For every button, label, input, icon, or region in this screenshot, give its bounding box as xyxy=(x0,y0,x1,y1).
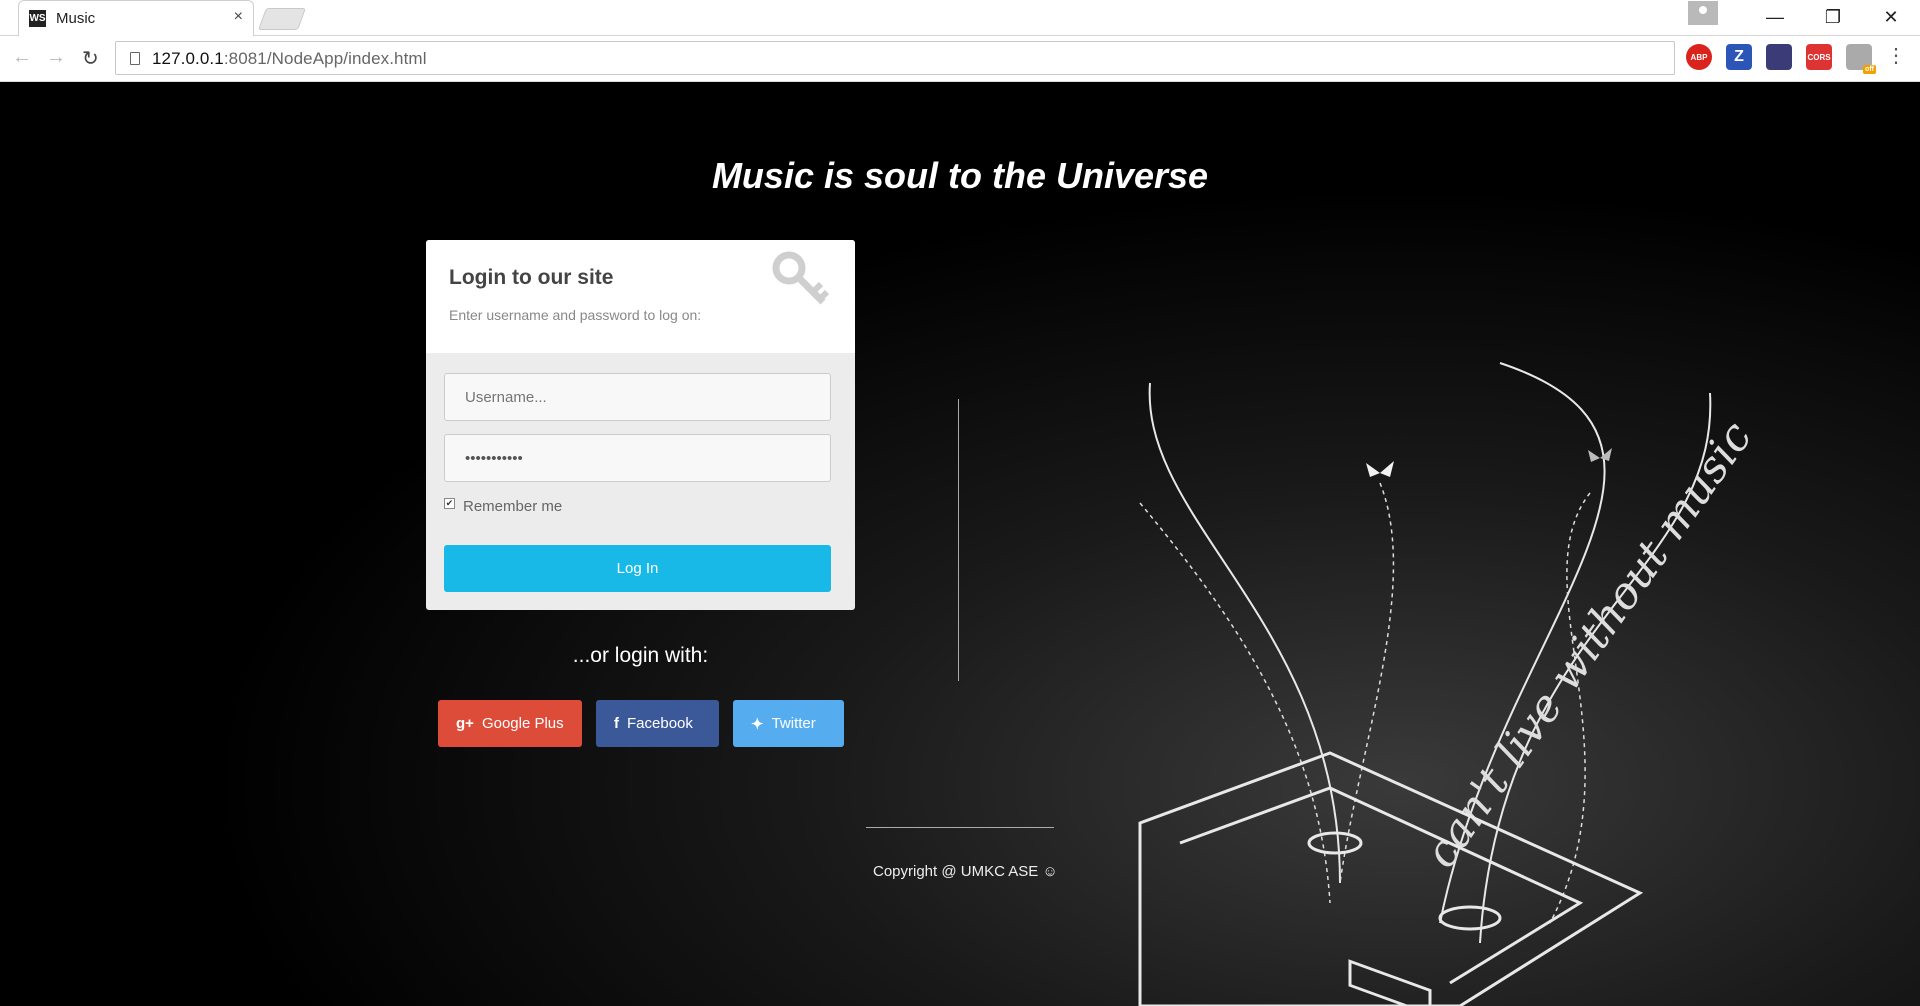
password-input[interactable] xyxy=(444,434,831,482)
url-text[interactable]: 127.0.0.1:8081/NodeApp/index.html xyxy=(152,49,427,69)
google-plus-icon: g+ xyxy=(456,715,474,732)
login-form: Login to our site Enter username and pas… xyxy=(426,240,855,610)
facebook-label: Facebook xyxy=(627,715,693,732)
horizontal-divider xyxy=(866,827,1054,828)
remember-checkbox[interactable]: ✔ xyxy=(444,498,455,509)
butterfly-icon xyxy=(1588,448,1612,462)
username-input[interactable] xyxy=(444,373,831,421)
browser-tab[interactable]: WS Music × xyxy=(18,0,254,37)
close-window-button[interactable]: ✕ xyxy=(1862,7,1920,28)
adblock-extension-icon[interactable]: ABP xyxy=(1686,44,1712,70)
new-tab-button[interactable] xyxy=(257,8,307,30)
back-arrow-icon[interactable]: ← xyxy=(12,46,32,69)
reload-icon[interactable]: ↻ xyxy=(82,46,99,71)
minimize-button[interactable]: — xyxy=(1746,7,1804,28)
facebook-button[interactable]: f Facebook xyxy=(596,700,719,747)
tab-close-icon[interactable]: × xyxy=(234,8,243,26)
vertical-divider xyxy=(958,399,959,681)
page-content: Music is soul to the Universe Login to o… xyxy=(0,83,1920,1006)
extension-off-badge: off xyxy=(1863,65,1876,74)
remember-label: Remember me xyxy=(463,498,563,515)
page-headline: Music is soul to the Universe xyxy=(711,155,1209,196)
cassette-music-artwork: can't live without music xyxy=(1138,362,1762,1006)
proxy-extension-icon[interactable]: off xyxy=(1846,44,1876,74)
login-title: Login to our site xyxy=(449,266,614,289)
twitter-bird-icon: ✦ xyxy=(751,715,764,733)
login-button[interactable]: Log In xyxy=(444,545,831,592)
address-bar[interactable]: 127.0.0.1:8081/NodeApp/index.html xyxy=(115,41,1675,75)
google-plus-label: Google Plus xyxy=(481,715,564,732)
login-subtitle: Enter username and password to log on: xyxy=(449,307,702,323)
butterfly-icon xyxy=(1366,461,1394,477)
browser-toolbar: ← → ↻ 127.0.0.1:8081/NodeApp/index.html … xyxy=(0,36,1920,82)
browser-tab-strip: WS Music × — ❐ ✕ xyxy=(0,0,1920,37)
forward-arrow-icon[interactable]: → xyxy=(46,46,66,69)
page-icon xyxy=(130,52,140,65)
browser-menu-icon[interactable]: ⋮ xyxy=(1886,46,1906,66)
user-profile-icon[interactable] xyxy=(1688,1,1718,25)
webstorm-favicon-icon: WS xyxy=(29,10,46,27)
cassette-tape-icon xyxy=(1138,751,1644,1006)
copyright-text: Copyright @ UMKC ASE ☺ xyxy=(873,863,1058,880)
artwork-caption: can't live without music xyxy=(1415,412,1762,877)
url-host: 127.0.0.1 xyxy=(152,49,224,68)
url-path: :8081/NodeApp/index.html xyxy=(223,49,427,68)
remember-me[interactable]: ✔ Remember me xyxy=(444,498,562,515)
facebook-icon: f xyxy=(614,715,619,732)
key-icon xyxy=(772,251,830,305)
restore-button[interactable]: ❐ xyxy=(1804,7,1862,28)
tab-title: Music xyxy=(56,10,96,27)
cors-extension-icon[interactable]: CORS xyxy=(1806,44,1832,70)
extension-icons: ABP Z CORS off xyxy=(1686,44,1876,74)
video-extension-icon[interactable] xyxy=(1766,44,1792,70)
window-controls: — ❐ ✕ xyxy=(1688,0,1920,34)
or-login-text: ...or login with: xyxy=(572,644,709,667)
zotero-extension-icon[interactable]: Z xyxy=(1726,44,1752,70)
social-login-buttons: g+ Google Plus f Facebook ✦ Twitter xyxy=(438,700,844,747)
google-plus-button[interactable]: g+ Google Plus xyxy=(438,700,582,747)
twitter-label: Twitter xyxy=(771,715,816,732)
login-header: Login to our site Enter username and pas… xyxy=(426,240,855,353)
twitter-button[interactable]: ✦ Twitter xyxy=(733,700,844,747)
